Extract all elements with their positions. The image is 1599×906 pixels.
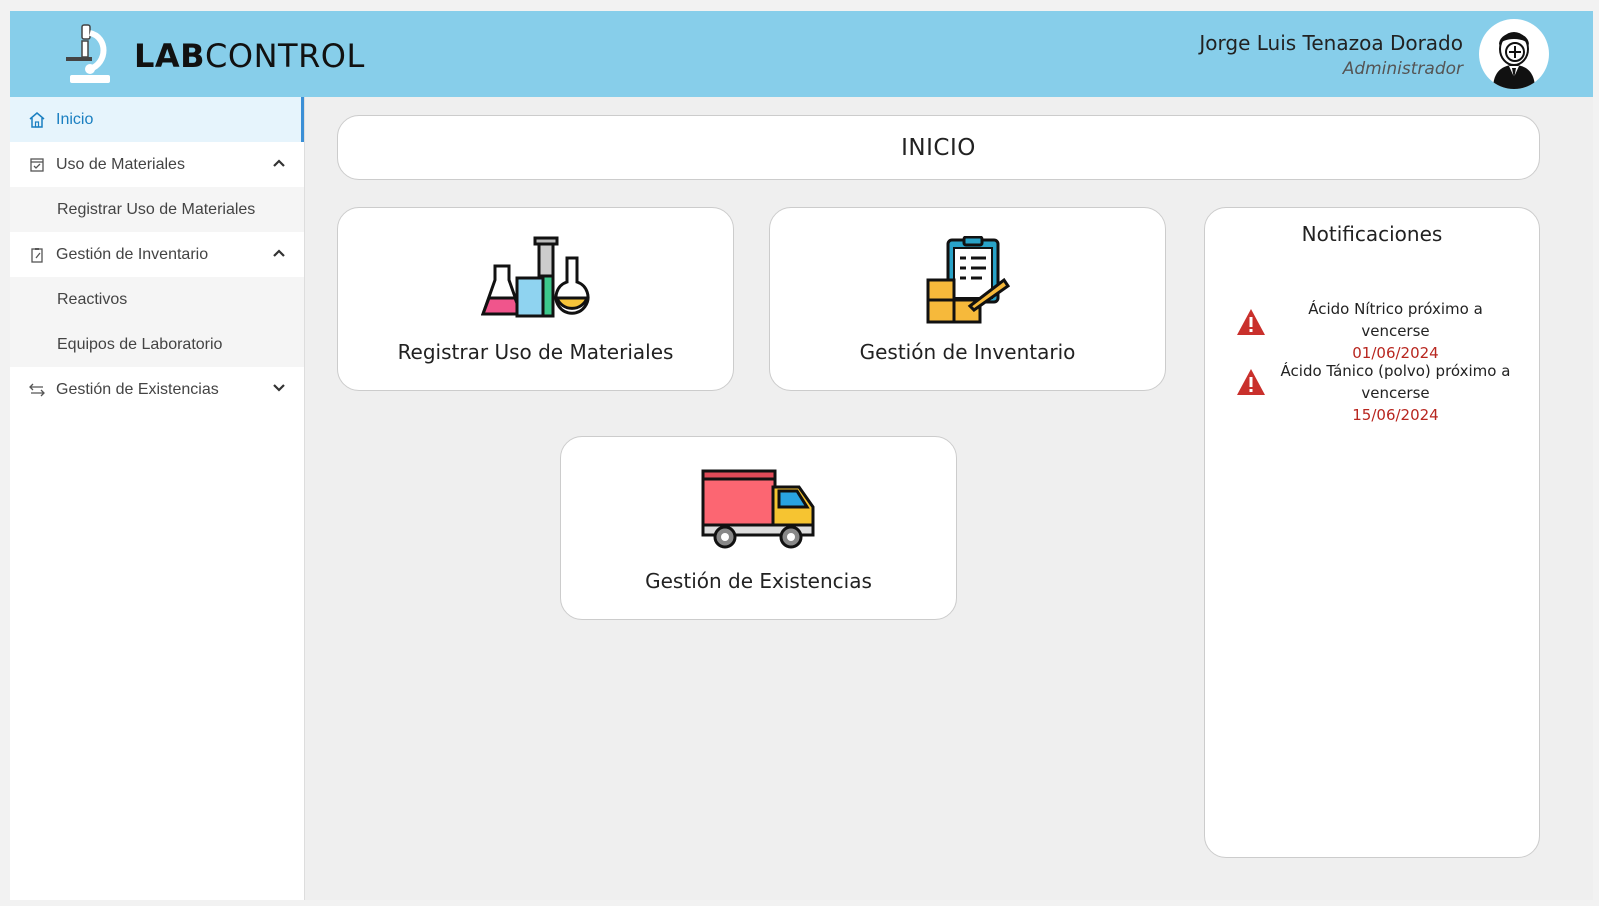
chevron-down-icon[interactable] xyxy=(272,381,286,395)
sidebar-item-label: Inicio xyxy=(56,110,94,128)
card-gestion-existencias[interactable]: Gestión de Existencias xyxy=(560,436,957,620)
warning-icon xyxy=(1237,369,1265,395)
microscope-icon xyxy=(66,24,110,83)
home-icon xyxy=(28,111,46,129)
inventory-clipboard-icon xyxy=(926,236,1010,324)
card-label: Registrar Uso de Materiales xyxy=(397,340,674,364)
checkbox-calendar-icon xyxy=(28,156,46,174)
notification-date: 15/06/2024 xyxy=(1352,406,1439,424)
sidebar-item-gestion-inventario[interactable]: Gestión de Inventario xyxy=(10,232,304,277)
top-header: LABCONTROL Jorge Luis Tenazoa Dorado Adm… xyxy=(10,11,1593,97)
card-label: Gestión de Inventario xyxy=(859,340,1076,364)
app-window: LABCONTROL Jorge Luis Tenazoa Dorado Adm… xyxy=(10,11,1593,900)
user-role: Administrador xyxy=(1342,59,1463,79)
sidebar-subitem-registrar-uso[interactable]: Registrar Uso de Materiales xyxy=(10,187,304,232)
sidebar: Inicio Uso de Materiales Registrar Uso d… xyxy=(10,97,305,900)
notification-message: Ácido Tánico (polvo) próximo a vencerse xyxy=(1280,362,1511,402)
chevron-up-icon[interactable] xyxy=(272,156,286,170)
clipboard-edit-icon xyxy=(28,246,46,264)
transfer-arrows-icon xyxy=(28,381,46,399)
page-title: INICIO xyxy=(337,115,1540,180)
card-label: Gestión de Existencias xyxy=(645,569,872,593)
avatar[interactable] xyxy=(1479,19,1549,89)
sidebar-item-label: Gestión de Existencias xyxy=(56,380,219,398)
warning-icon xyxy=(1237,309,1265,335)
chevron-up-icon[interactable] xyxy=(272,246,286,260)
user-name: Jorge Luis Tenazoa Dorado xyxy=(1199,31,1463,55)
sidebar-subitem-equipos-laboratorio[interactable]: Equipos de Laboratorio xyxy=(10,322,304,367)
sidebar-subitem-reactivos[interactable]: Reactivos xyxy=(10,277,304,322)
app-logo-text: LABCONTROL xyxy=(134,37,365,75)
sidebar-item-label: Gestión de Inventario xyxy=(56,245,209,263)
sidebar-item-label: Uso de Materiales xyxy=(56,155,185,173)
card-registrar-uso[interactable]: Registrar Uso de Materiales xyxy=(337,207,734,391)
card-gestion-inventario[interactable]: Gestión de Inventario xyxy=(769,207,1166,391)
notification-text: Ácido Tánico (polvo) próximo a vencerse … xyxy=(1273,360,1518,426)
sidebar-item-inicio[interactable]: Inicio xyxy=(10,97,304,142)
sidebar-item-uso-materiales[interactable]: Uso de Materiales xyxy=(10,142,304,187)
lab-flasks-icon xyxy=(480,236,589,318)
notification-message: Ácido Nítrico próximo a vencerse xyxy=(1308,300,1483,340)
doctor-avatar-icon xyxy=(1493,32,1535,89)
sidebar-item-gestion-existencias[interactable]: Gestión de Existencias xyxy=(10,367,304,412)
notifications-panel: Notificaciones Ácido Nítrico próximo a v… xyxy=(1204,207,1540,858)
notification-text: Ácido Nítrico próximo a vencerse 01/06/2… xyxy=(1273,298,1518,364)
notifications-title: Notificaciones xyxy=(1301,222,1443,246)
delivery-truck-icon xyxy=(701,469,814,549)
